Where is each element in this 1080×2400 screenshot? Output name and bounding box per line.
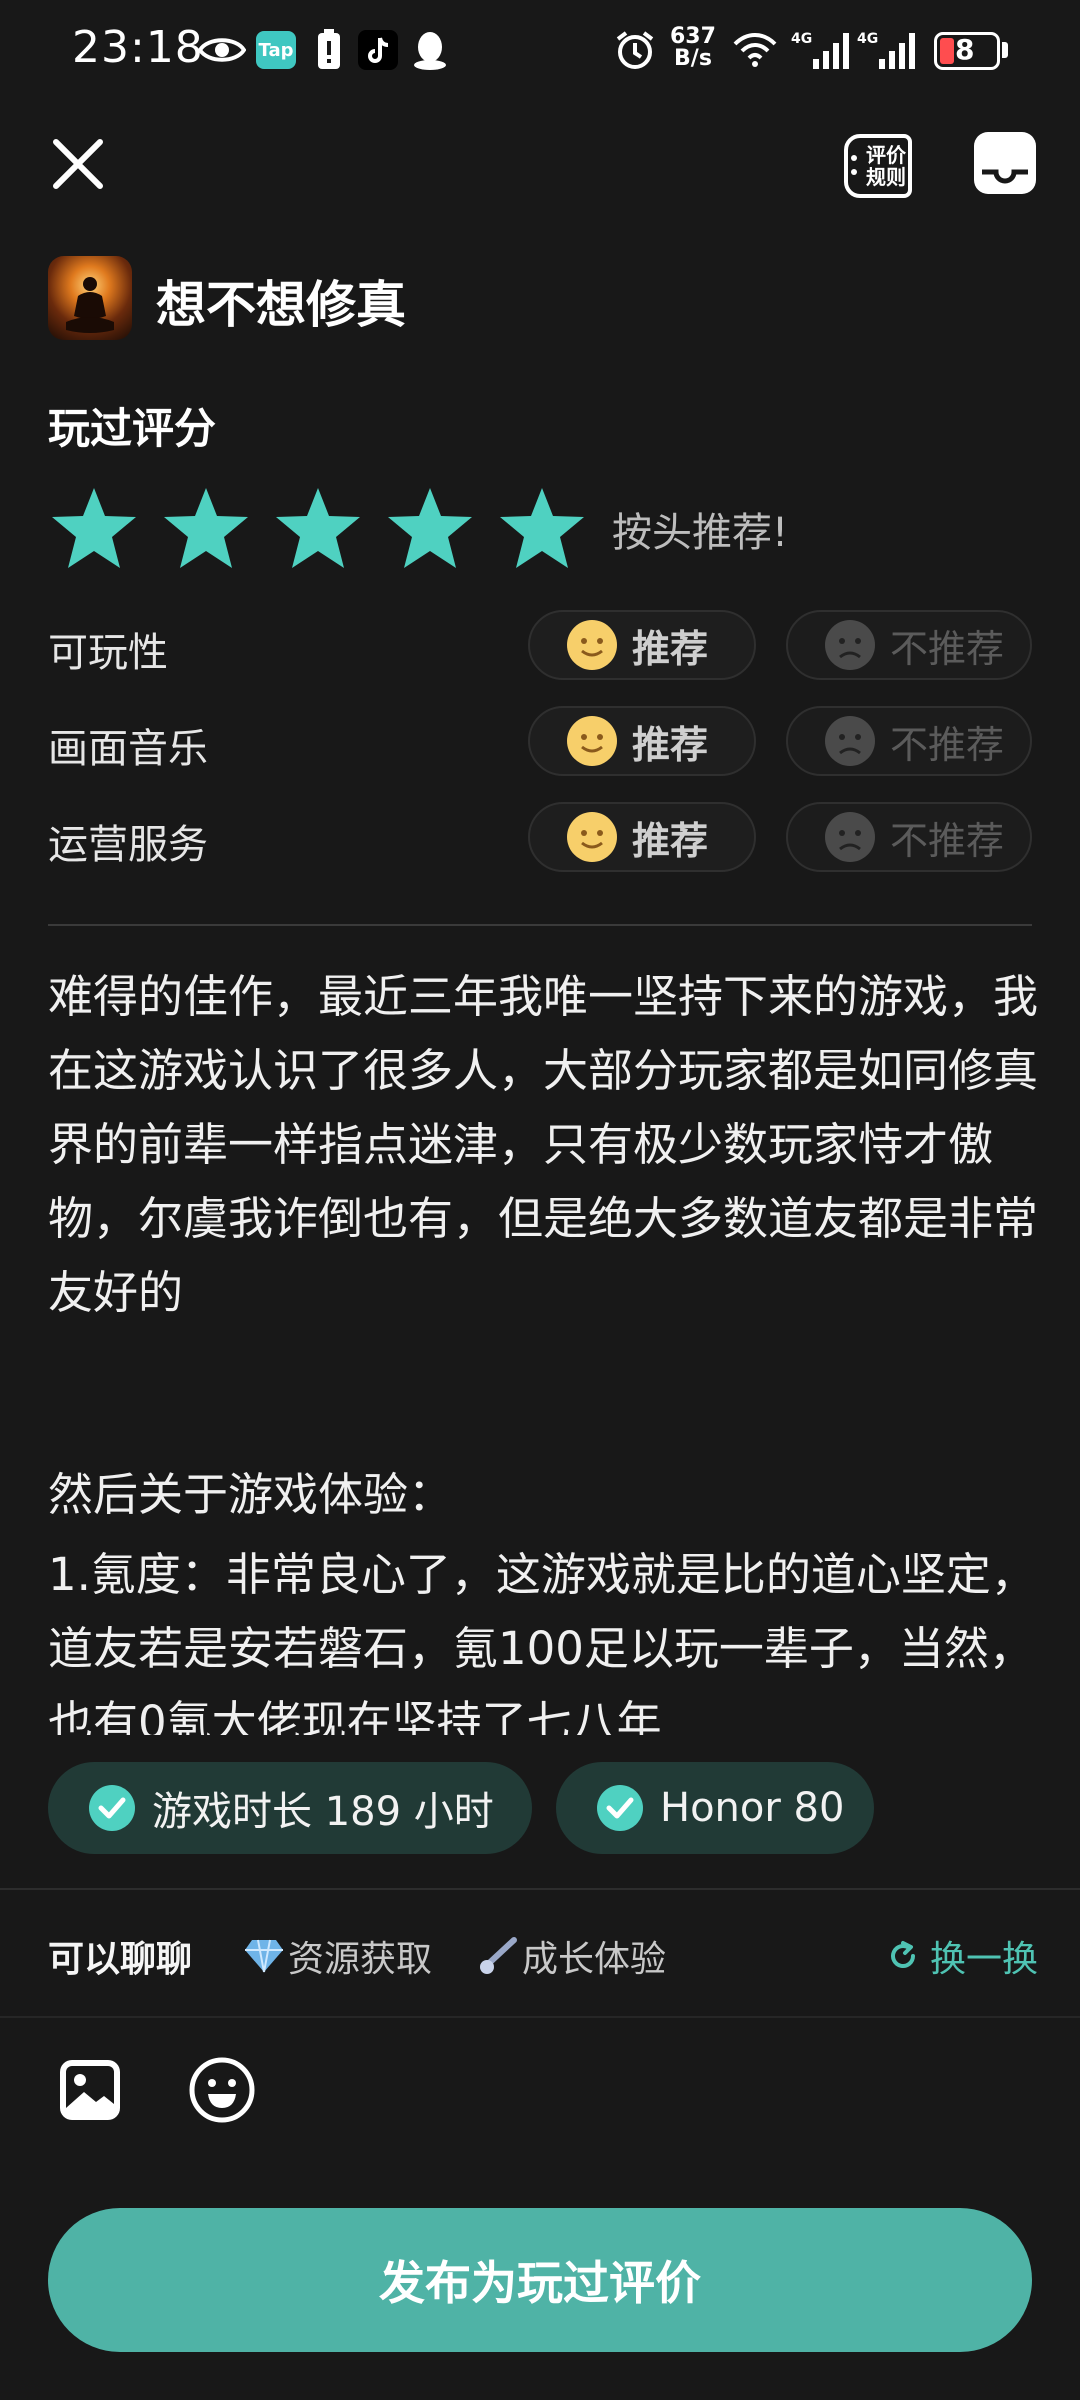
criteria-label-visuals-music: 画面音乐 xyxy=(48,726,208,772)
separator xyxy=(0,1888,1080,1890)
check-circle-icon xyxy=(597,1785,643,1831)
star-icon[interactable] xyxy=(274,486,362,570)
meditating-figure-icon xyxy=(66,277,114,333)
not-recommend-label: 不推荐 xyxy=(890,722,1005,767)
battery-tip xyxy=(1002,42,1008,58)
alarm-icon xyxy=(612,28,658,72)
recommend-label: 推荐 xyxy=(632,818,709,863)
tap-icon: Tap xyxy=(256,28,296,72)
device-tag[interactable]: Honor 80 xyxy=(556,1762,874,1854)
insert-emoji-button[interactable] xyxy=(188,2056,256,2124)
wifi-icon xyxy=(730,28,780,72)
divider xyxy=(48,924,1032,926)
smile-face-icon xyxy=(567,716,617,766)
diamond-icon xyxy=(245,1939,283,1973)
star-rating[interactable] xyxy=(50,486,586,570)
sad-face-icon xyxy=(825,716,875,766)
refresh-topics-button[interactable]: 换一换 xyxy=(886,1930,1038,1982)
topic-text: 成长体验 xyxy=(522,1939,667,1980)
review-rules-button[interactable]: 评价规则 xyxy=(838,128,914,204)
topic-growth-experience[interactable]: 成长体验 xyxy=(478,1930,666,1982)
battery-level: 8 xyxy=(955,33,975,66)
game-icon xyxy=(48,256,132,340)
sad-face-icon xyxy=(825,812,875,862)
gameplay-not-recommend-button[interactable]: 不推荐 xyxy=(786,610,1032,680)
comet-icon xyxy=(480,1937,517,1974)
topics-label: 可以聊聊 xyxy=(48,1939,193,1980)
star-icon[interactable] xyxy=(162,486,250,570)
smile-face-icon xyxy=(567,620,617,670)
signal-4g-icon: 4G xyxy=(790,28,854,72)
review-paragraph: 难得的佳作，最近三年我唯一坚持下来的游戏，我在这游戏认识了很多人，大部分玩家都是… xyxy=(48,970,1038,1319)
star-icon[interactable] xyxy=(386,486,474,570)
svg-text:4G: 4G xyxy=(791,31,812,47)
status-time: 23:18 xyxy=(72,22,204,73)
close-button[interactable] xyxy=(42,128,114,200)
playtime-tag[interactable]: 游戏时长 189 小时 xyxy=(48,1762,532,1854)
not-recommend-label: 不推荐 xyxy=(890,626,1005,671)
svg-text:4G: 4G xyxy=(857,31,878,47)
net-speed-value: 637 xyxy=(670,24,716,49)
sad-face-icon xyxy=(825,620,875,670)
star-icon[interactable] xyxy=(50,486,138,570)
review-rules-label: 评价规则 xyxy=(866,143,906,189)
feedback-button[interactable] xyxy=(970,128,1040,198)
image-icon xyxy=(60,2060,120,2120)
net-speed-unit: B/s xyxy=(674,46,712,71)
game-name: 想不想修真 xyxy=(156,276,406,334)
inbox-icon xyxy=(974,132,1036,194)
rating-section-title: 玩过评分 xyxy=(48,404,217,453)
gameplay-recommend-button[interactable]: 推荐 xyxy=(528,610,756,680)
operations-not-recommend-button[interactable]: 不推荐 xyxy=(786,802,1032,872)
separator xyxy=(0,2016,1080,2018)
battery-fill xyxy=(940,38,954,64)
topic-text: 资源获取 xyxy=(288,1939,433,1980)
topic-resource-acquisition[interactable]: 资源获取 xyxy=(244,1930,432,1982)
close-icon xyxy=(53,139,103,189)
star-icon[interactable] xyxy=(498,486,586,570)
publish-review-button[interactable]: 发布为玩过评价 xyxy=(48,2208,1032,2352)
visuals-not-recommend-button[interactable]: 不推荐 xyxy=(786,706,1032,776)
smile-face-icon xyxy=(567,812,617,862)
refresh-topics-label: 换一换 xyxy=(930,1939,1039,1980)
signal-4g-icon: 4G xyxy=(856,28,920,72)
operations-recommend-button[interactable]: 推荐 xyxy=(528,802,756,872)
publish-button-label: 发布为玩过评价 xyxy=(379,2256,701,2310)
device-tag-text: Honor 80 xyxy=(660,1785,845,1831)
status-bar: 23:18 Tap 637 B/s 4G 4G 8 xyxy=(0,0,1080,100)
tiktok-icon xyxy=(356,28,400,72)
emoji-icon xyxy=(189,2057,255,2123)
check-circle-icon xyxy=(89,1785,135,1831)
criteria-label-operations: 运营服务 xyxy=(48,822,208,868)
visuals-recommend-button[interactable]: 推荐 xyxy=(528,706,756,776)
battery-saver-icon xyxy=(312,28,346,72)
refresh-icon xyxy=(891,1941,915,1968)
insert-image-button[interactable] xyxy=(58,2058,122,2122)
review-paragraph: 然后关于游戏体验： xyxy=(48,1468,454,1521)
net-speed: 637 B/s xyxy=(670,26,716,70)
playtime-tag-text: 游戏时长 189 小时 xyxy=(152,1789,494,1835)
rating-text: 按头推荐! xyxy=(612,510,789,556)
tap-icon-text: Tap xyxy=(256,31,296,69)
review-text-area[interactable]: 难得的佳作，最近三年我唯一坚持下来的游戏，我在这游戏认识了很多人，大部分玩家都是… xyxy=(48,960,1038,1735)
topic-suggestions: 可以聊聊 资源获取 成长体验 换一换 xyxy=(48,1930,1038,1980)
recommend-label: 推荐 xyxy=(632,722,709,767)
review-paragraph: 1.氪度：非常良心了，这游戏就是比的道心坚定，道友若是安若磐石，氪100足以玩一… xyxy=(48,1548,1036,1735)
eye-icon xyxy=(196,28,248,72)
recommend-label: 推荐 xyxy=(632,626,709,671)
qq-icon xyxy=(408,28,452,72)
battery-indicator: 8 xyxy=(934,32,1000,70)
not-recommend-label: 不推荐 xyxy=(890,818,1005,863)
criteria-label-gameplay: 可玩性 xyxy=(48,630,168,676)
